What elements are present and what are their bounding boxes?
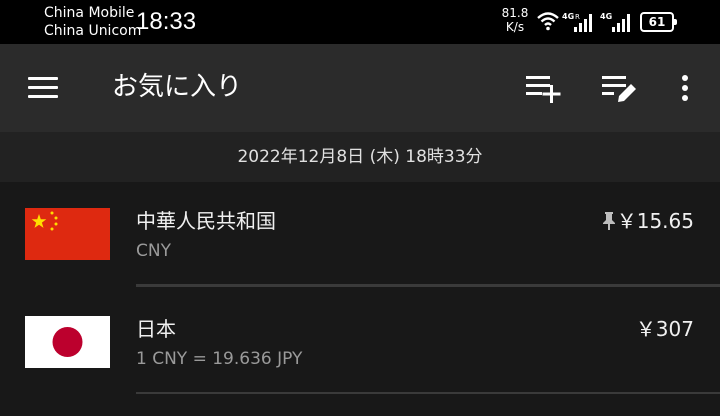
currency-name: 日本 [136, 317, 176, 341]
svg-text:R: R [575, 13, 580, 21]
currency-row-cny[interactable]: 中華人民共和国 CNY ￥15.65 [0, 182, 720, 288]
date-header: 2022年12月8日 (木) 18時33分 [0, 132, 720, 182]
more-vert-icon[interactable] [664, 68, 708, 108]
wifi-icon [537, 12, 559, 31]
network-speed: 81.8 K/s [500, 6, 530, 34]
svg-text:4G: 4G [562, 12, 574, 21]
hamburger-menu-icon[interactable] [24, 74, 64, 102]
japan-flag-icon [25, 316, 110, 368]
page-title: お気に入り [112, 72, 243, 102]
app-toolbar: お気に入り [0, 44, 720, 132]
playlist-add-icon[interactable] [522, 68, 566, 108]
svg-text:4G: 4G [600, 12, 612, 21]
currency-row-jpy[interactable]: 日本 1 CNY = 19.636 JPY ￥307 [0, 290, 720, 396]
signal-4g-sim1-icon: 4G R [562, 12, 592, 32]
carrier-2: China Unicom [44, 23, 142, 39]
status-bar: China Mobile China Unicom 18:33 81.8 K/s… [0, 0, 720, 44]
signal-4g-sim2-icon: 4G [600, 12, 630, 32]
carrier-info: China Mobile China Unicom [44, 4, 141, 40]
china-flag-icon [25, 208, 110, 260]
row-divider [136, 392, 720, 394]
pin-icon[interactable] [602, 212, 616, 230]
currency-list: 中華人民共和国 CNY ￥15.65 日本 1 CNY = 19.636 JPY… [0, 182, 720, 416]
network-speed-value: 81.8 [501, 6, 529, 20]
playlist-edit-icon[interactable] [598, 68, 642, 108]
currency-amount: ￥307 [635, 317, 694, 341]
row-divider [136, 284, 720, 287]
battery-icon: 61 [640, 12, 677, 32]
currency-name: 中華人民共和国 [136, 209, 276, 233]
carrier-1: China Mobile [44, 5, 135, 21]
status-time: 18:33 [136, 8, 197, 35]
currency-amount: ￥15.65 [616, 209, 694, 233]
currency-subtitle: CNY [136, 241, 171, 261]
network-speed-unit: K/s [505, 20, 525, 34]
currency-subtitle: 1 CNY = 19.636 JPY [136, 349, 303, 369]
